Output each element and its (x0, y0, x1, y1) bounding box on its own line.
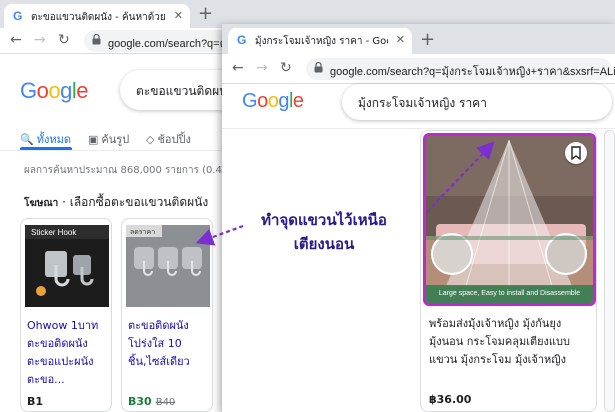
arrow-to-canopy-top (426, 141, 495, 213)
annotation-text: ทำจุดแขวนไว้เหนือ เตียงนอน (261, 211, 387, 253)
annotation-arrows (195, 141, 495, 246)
